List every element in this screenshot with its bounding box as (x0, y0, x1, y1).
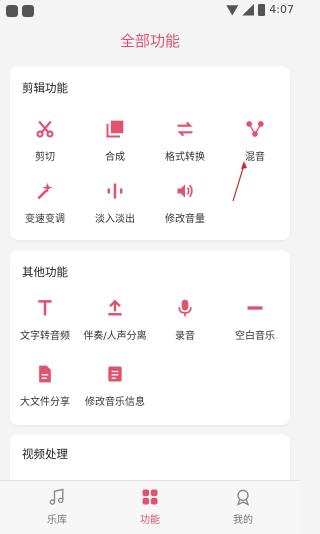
cut-button[interactable]: 剪切 (10, 118, 80, 163)
bottom-tab-bar: 乐库 功能 我的 (0, 480, 300, 534)
merge-button[interactable]: 合成 (80, 118, 150, 163)
magic-wand-icon (34, 180, 56, 202)
file-icon (34, 363, 56, 385)
record-button[interactable]: 录音 (150, 297, 220, 342)
upload-icon (104, 297, 126, 319)
item-label: 格式转换 (165, 152, 205, 163)
item-label: 大文件分享 (20, 397, 70, 408)
tab-library[interactable]: 乐库 (27, 487, 87, 526)
edit-music-info-button[interactable]: 修改音乐信息 (80, 363, 150, 408)
item-label: 伴奏/人声分离 (83, 331, 147, 342)
blank-music-button[interactable]: 空白音乐 (220, 297, 290, 342)
notification-icons (6, 5, 34, 17)
other-functions-card: 其他功能 文字转音频 伴奏/人声分离 录音 空白音乐 大文件分享 修改音乐信息 (10, 250, 290, 425)
item-label: 空白音乐 (235, 331, 275, 342)
text-t-icon (34, 297, 56, 319)
status-bar: 4:07 (0, 0, 300, 24)
scissors-icon (34, 118, 56, 140)
item-label: 淡入淡出 (95, 214, 135, 225)
notification-icon (6, 5, 18, 17)
document-icon (104, 363, 126, 385)
status-time: 4:07 (269, 3, 294, 16)
section-title: 其他功能 (22, 265, 68, 279)
item-label: 文字转音频 (20, 331, 70, 342)
page-title: 全部功能 (119, 32, 180, 50)
item-label: 修改音量 (165, 214, 205, 225)
tab-label: 功能 (140, 515, 160, 526)
text-to-audio-button[interactable]: 文字转音频 (10, 297, 80, 342)
item-label: 剪切 (35, 152, 55, 163)
item-label: 混音 (245, 152, 265, 163)
wifi-icon (226, 5, 239, 16)
item-label: 变速变调 (25, 214, 65, 225)
section-title: 剪辑功能 (22, 81, 68, 95)
editing-functions-card: 剪辑功能 剪切 合成 格式转换 混音 变速变调 淡入淡出 修改音量 (10, 66, 290, 240)
microphone-icon (174, 297, 196, 319)
mix-button[interactable]: 混音 (220, 118, 290, 163)
section-title: 视频处理 (22, 447, 68, 461)
large-file-share-button[interactable]: 大文件分享 (10, 363, 80, 408)
fade-button[interactable]: 淡入淡出 (80, 180, 150, 225)
status-icons: 4:07 (226, 3, 294, 16)
merge-icon (104, 118, 126, 140)
tab-profile[interactable]: 我的 (213, 487, 273, 526)
volume-button[interactable]: 修改音量 (150, 180, 220, 225)
volume-icon (174, 180, 196, 202)
waveform-icon (104, 180, 126, 202)
notification-icon (22, 5, 34, 17)
grid-icon (140, 487, 160, 507)
mix-icon (244, 118, 266, 140)
convert-arrows-icon (174, 118, 196, 140)
profile-icon (233, 487, 253, 507)
battery-icon (258, 3, 266, 16)
minus-bar-icon (244, 297, 266, 319)
music-note-icon (47, 487, 67, 507)
tab-functions[interactable]: 功能 (120, 487, 180, 526)
tab-label: 我的 (233, 515, 253, 526)
format-convert-button[interactable]: 格式转换 (150, 118, 220, 163)
vocal-separation-button[interactable]: 伴奏/人声分离 (80, 297, 150, 342)
tab-label: 乐库 (47, 515, 67, 526)
item-label: 修改音乐信息 (85, 397, 145, 408)
item-label: 合成 (105, 152, 125, 163)
speed-pitch-button[interactable]: 变速变调 (10, 180, 80, 225)
signal-icon (242, 3, 255, 16)
item-label: 录音 (175, 331, 195, 342)
